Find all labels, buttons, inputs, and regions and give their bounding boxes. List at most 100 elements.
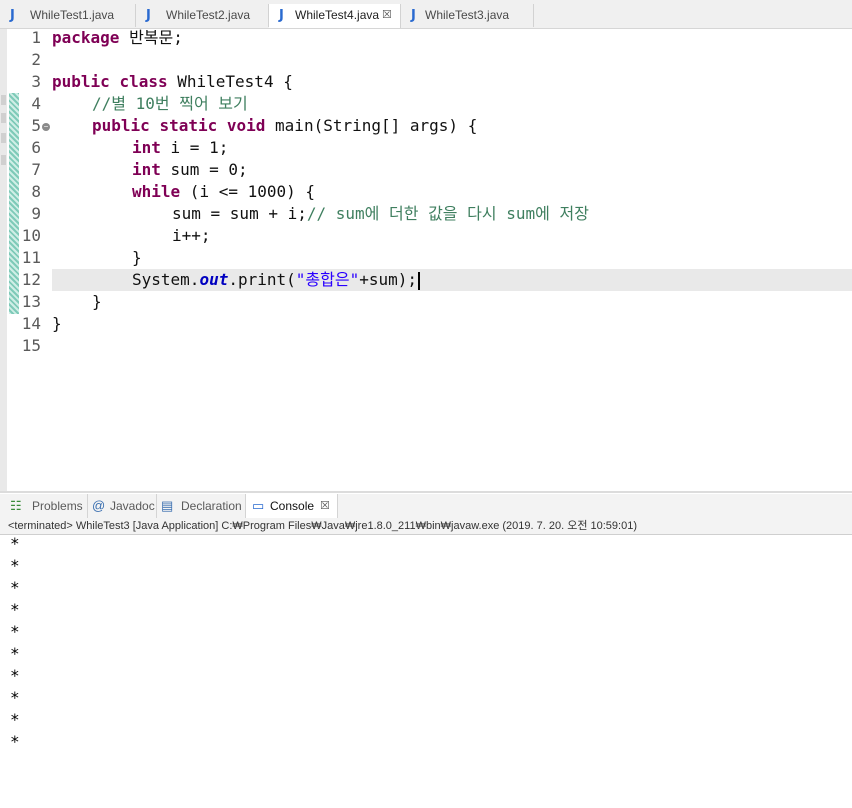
line-number: 5 — [31, 116, 41, 135]
panel-tab-bar: ☷ Problems @ Javadoc ▤ Declaration ▭ Con… — [0, 494, 852, 519]
code-line-12: System.out.print("총합은"+sum); — [132, 269, 421, 291]
code-text: .print( — [228, 270, 296, 289]
line-number-gutter: 1 2 3 4 5 6 7 8 9 10 11 12 13 14 15 — [20, 28, 48, 491]
line-number: 14 — [21, 314, 41, 333]
quick-diff-ruler — [9, 93, 19, 314]
code-text: sum = sum + i; — [172, 204, 307, 223]
text-cursor — [418, 271, 421, 290]
code-line-1: package 반복문; — [52, 27, 183, 49]
line-number: 12 — [21, 270, 41, 289]
close-tab-icon[interactable]: ☒ — [382, 4, 392, 27]
keyword: int — [132, 160, 161, 179]
code-text: i++; — [172, 226, 211, 245]
collapse-icon[interactable]: − — [42, 123, 50, 131]
tab-whiletest1[interactable]: J WhileTest1.java — [0, 4, 136, 27]
line-number: 6 — [31, 138, 41, 157]
code-editor[interactable]: 1 2 3 4 5 6 7 8 9 10 11 12 13 14 15 − pa… — [0, 27, 852, 491]
code-line-7: int sum = 0; — [132, 159, 248, 181]
comment: //별 10번 찍어 보기 — [92, 94, 248, 113]
line-number: 15 — [21, 336, 41, 355]
keyword: public — [52, 72, 110, 91]
code-text: } — [92, 292, 102, 311]
code-text: } — [52, 314, 62, 333]
line-number: 2 — [31, 50, 41, 69]
line-number: 3 — [31, 72, 41, 91]
tab-label: Problems — [32, 499, 83, 513]
tab-javadoc[interactable]: @ Javadoc — [88, 494, 157, 518]
overview-marker — [1, 113, 6, 123]
java-file-icon: J — [10, 8, 15, 23]
code-text: sum = 0; — [160, 160, 248, 179]
tab-label: Console — [270, 499, 315, 513]
line-number: 1 — [31, 28, 41, 47]
field: out — [199, 270, 229, 289]
problems-icon: ☷ — [10, 498, 22, 513]
code-line-9: sum = sum + i;// sum에 더한 값을 다시 sum에 저장 — [172, 203, 589, 225]
overview-marker — [1, 133, 6, 143]
console-output[interactable]: * * * * * * * * * * — [0, 534, 852, 808]
java-file-icon: J — [146, 8, 151, 23]
javadoc-icon: @ — [92, 498, 106, 513]
line-number: 13 — [21, 292, 41, 311]
comment: // sum에 더한 값을 다시 sum에 저장 — [306, 204, 589, 223]
editor-left-strip — [0, 29, 7, 491]
editor-tab-bar: J WhileTest1.java J WhileTest2.java J Wh… — [0, 0, 852, 29]
output-line: * — [10, 666, 20, 685]
keyword: static — [159, 116, 218, 135]
keyword: public — [92, 116, 150, 135]
declaration-icon: ▤ — [161, 498, 174, 513]
code-text: System. — [132, 270, 200, 289]
code-text: (i <= 1000) { — [180, 182, 316, 201]
output-line: * — [10, 622, 20, 641]
tab-label: Javadoc — [110, 499, 155, 513]
line-number: 7 — [31, 160, 41, 179]
output-line: * — [10, 556, 20, 575]
code-text: +sum); — [359, 270, 418, 289]
tab-problems[interactable]: ☷ Problems — [0, 494, 88, 518]
code-text: main(String[] args) { — [265, 116, 478, 135]
keyword: class — [119, 72, 168, 91]
keyword: void — [226, 116, 266, 135]
tab-label: WhileTest1.java — [30, 8, 115, 22]
code-text: } — [132, 248, 142, 267]
tab-label: WhileTest2.java — [166, 8, 251, 22]
code-line-11: } — [132, 247, 142, 269]
code-line-5: public static void main(String[] args) { — [92, 115, 477, 137]
code-line-14: } — [52, 313, 62, 335]
console-status-line: <terminated> WhileTest3 [Java Applicatio… — [0, 518, 852, 535]
code-line-6: int i = 1; — [132, 137, 228, 159]
tab-whiletest3[interactable]: J WhileTest3.java — [401, 4, 534, 27]
code-text: i = 1; — [160, 138, 229, 157]
tab-label: WhileTest4.java — [295, 8, 380, 22]
output-line: * — [10, 600, 20, 619]
console-icon: ▭ — [252, 498, 265, 513]
line-number: 9 — [31, 204, 41, 223]
tab-label: WhileTest3.java — [425, 8, 510, 22]
code-line-8: while (i <= 1000) { — [132, 181, 315, 203]
overview-marker — [1, 95, 6, 105]
output-line: * — [10, 578, 20, 597]
java-file-icon: J — [411, 8, 416, 23]
tab-whiletest2[interactable]: J WhileTest2.java — [136, 4, 269, 27]
line-number: 8 — [31, 182, 41, 201]
line-number: 4 — [31, 94, 41, 113]
tab-whiletest4[interactable]: J WhileTest4.java ☒ — [269, 4, 401, 28]
java-file-icon: J — [279, 8, 284, 23]
output-line: * — [10, 710, 20, 729]
line-number: 10 — [21, 226, 41, 245]
keyword: package — [52, 28, 120, 47]
code-line-4: //별 10번 찍어 보기 — [92, 93, 248, 115]
panel-divider[interactable] — [0, 491, 852, 493]
close-tab-icon[interactable]: ☒ — [320, 494, 330, 518]
output-line: * — [10, 534, 20, 553]
output-line: * — [10, 644, 20, 663]
keyword: int — [132, 138, 161, 157]
line-number: 11 — [21, 248, 41, 267]
output-line: * — [10, 732, 20, 751]
code-line-3: public class WhileTest4 { — [52, 71, 293, 93]
tab-declaration[interactable]: ▤ Declaration — [157, 494, 246, 518]
code-line-10: i++; — [172, 225, 211, 247]
tab-console[interactable]: ▭ Console ☒ — [246, 494, 338, 518]
code-text: WhileTest4 { — [167, 72, 293, 91]
code-line-13: } — [92, 291, 102, 313]
